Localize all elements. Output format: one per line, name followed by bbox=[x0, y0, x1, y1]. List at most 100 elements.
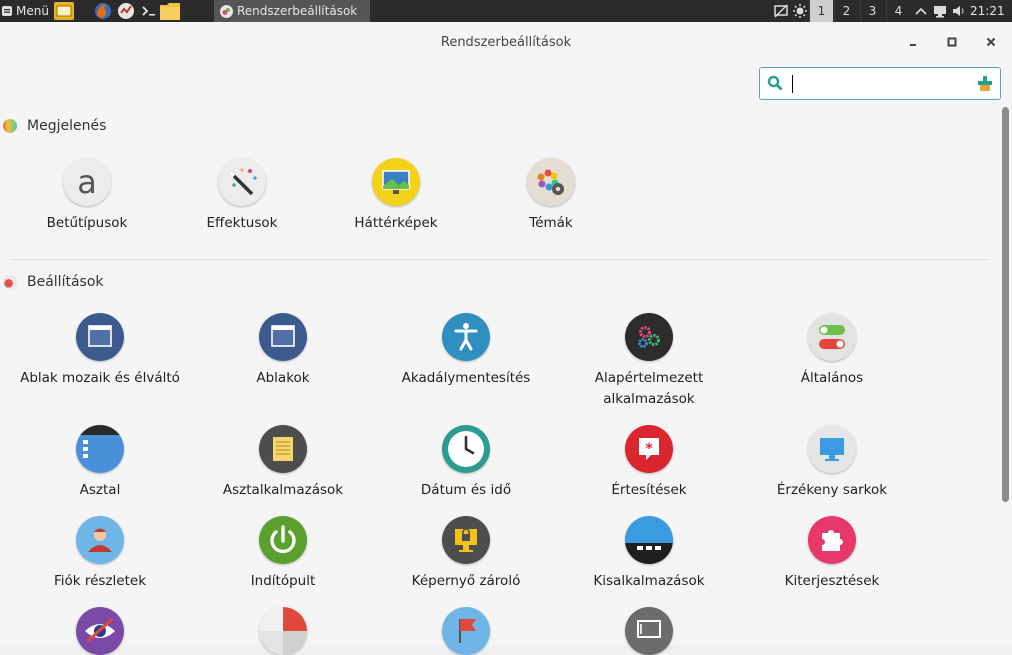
top-panel: Menü Rendszerbeállítások 1 2 3 4 21:21 bbox=[0, 0, 1012, 22]
workspace-4[interactable]: 4 bbox=[886, 0, 910, 22]
item-screen[interactable] bbox=[559, 607, 739, 655]
notifications-icon: * bbox=[625, 425, 673, 473]
launcher-files[interactable] bbox=[160, 1, 180, 21]
maximize-button[interactable] bbox=[945, 35, 959, 49]
launcher-firefox[interactable] bbox=[93, 1, 113, 21]
item-extensions[interactable]: Kiterjesztések bbox=[742, 516, 922, 592]
item-label: Ablak mozaik és élváltó bbox=[20, 370, 180, 386]
section-header-settings: Beállítások bbox=[3, 274, 104, 290]
item-default-apps[interactable]: Alapértelmezett alkalmazások bbox=[559, 313, 739, 410]
power-startup-icon bbox=[259, 516, 307, 564]
item-privacy[interactable] bbox=[10, 607, 190, 655]
svg-text:a: a bbox=[77, 163, 97, 201]
item-window-tiling[interactable]: Ablak mozaik és élváltó bbox=[10, 313, 190, 389]
item-label: Betűtípusok bbox=[46, 215, 128, 231]
desklets-icon bbox=[259, 425, 307, 473]
item-fonts[interactable]: a Betűtípusok bbox=[0, 158, 177, 234]
font-icon: a bbox=[63, 158, 111, 206]
item-label: Fiók részletek bbox=[53, 573, 147, 589]
tray-volume[interactable] bbox=[951, 3, 967, 19]
item-flag[interactable] bbox=[376, 607, 556, 655]
windows-icon bbox=[259, 313, 307, 361]
scrollbar-thumb[interactable] bbox=[1002, 107, 1009, 502]
maximize-icon bbox=[947, 37, 957, 47]
item-label: Általános bbox=[800, 370, 864, 386]
accessibility-icon bbox=[442, 313, 490, 361]
search-field[interactable] bbox=[759, 67, 1001, 100]
item-date-time[interactable]: Dátum és idő bbox=[376, 425, 556, 501]
clear-search-icon[interactable] bbox=[978, 76, 992, 91]
item-chart[interactable] bbox=[193, 607, 373, 655]
launcher-terminal[interactable] bbox=[139, 1, 159, 21]
workspace-2[interactable]: 2 bbox=[834, 0, 858, 22]
launcher-screenshot[interactable] bbox=[54, 1, 74, 21]
taskbar-window-button[interactable]: Rendszerbeállítások bbox=[214, 0, 370, 22]
effects-wand-icon bbox=[218, 158, 266, 206]
item-screensaver[interactable]: Képernyő zároló bbox=[376, 516, 556, 592]
folder-icon bbox=[160, 3, 180, 20]
item-effects[interactable]: Effektusok bbox=[152, 158, 332, 234]
default-apps-icon bbox=[625, 313, 673, 361]
item-startup[interactable]: Indítópult bbox=[193, 516, 373, 592]
menu-button[interactable]: Menü bbox=[0, 0, 49, 22]
menu-label: Menü bbox=[16, 4, 49, 18]
tray-screenshot[interactable] bbox=[773, 3, 789, 19]
item-label: Asztalkalmazások bbox=[222, 482, 344, 498]
window-title: Rendszerbeállítások bbox=[440, 35, 572, 50]
item-label: Értesítések bbox=[611, 482, 687, 498]
brightness-icon bbox=[793, 4, 807, 18]
chevron-up-icon bbox=[915, 7, 927, 15]
section-header-appearance: Megjelenés bbox=[3, 118, 106, 134]
launcher-monitor[interactable] bbox=[116, 1, 136, 21]
item-windows[interactable]: Ablakok bbox=[193, 313, 373, 389]
item-backgrounds[interactable]: Háttérképek bbox=[306, 158, 486, 234]
item-label: Kisalkalmazások bbox=[593, 573, 705, 589]
item-desktop[interactable]: Asztal bbox=[10, 425, 190, 501]
item-general[interactable]: Általános bbox=[742, 313, 922, 389]
item-label: Alapértelmezett alkalmazások bbox=[594, 370, 704, 407]
item-label: Indítópult bbox=[250, 573, 316, 589]
workspace-3[interactable]: 3 bbox=[860, 0, 884, 22]
clock[interactable]: 21:21 bbox=[970, 0, 1005, 22]
item-themes[interactable]: Témák bbox=[461, 158, 641, 234]
title-bar[interactable]: Rendszerbeállítások bbox=[0, 22, 1012, 64]
settings-section-icon bbox=[3, 275, 17, 289]
workspace-label: 4 bbox=[894, 4, 903, 18]
item-accessibility[interactable]: Akadálymentesítés bbox=[376, 313, 556, 389]
item-notifications[interactable]: * Értesítések bbox=[559, 425, 739, 501]
workspace-1[interactable]: 1 bbox=[809, 0, 833, 22]
search-input[interactable] bbox=[790, 73, 970, 95]
item-desklets[interactable]: Asztalkalmazások bbox=[193, 425, 373, 501]
appearance-section-icon bbox=[3, 119, 17, 133]
text-caret bbox=[792, 75, 793, 93]
screen-icon bbox=[625, 607, 673, 655]
vertical-scrollbar[interactable] bbox=[1000, 104, 1011, 645]
desktop-icon bbox=[76, 425, 124, 473]
item-account[interactable]: Fiók részletek bbox=[10, 516, 190, 592]
pie-chart-icon bbox=[259, 607, 307, 655]
minimize-button[interactable] bbox=[906, 35, 920, 49]
privacy-eye-icon bbox=[76, 607, 124, 655]
section-title: Beállítások bbox=[27, 274, 104, 290]
item-label: Asztal bbox=[79, 482, 121, 498]
system-monitor-icon bbox=[118, 3, 134, 19]
taskbar-window-label: Rendszerbeállítások bbox=[237, 4, 358, 18]
item-label: Effektusok bbox=[206, 215, 278, 231]
hot-corners-icon bbox=[808, 425, 856, 473]
item-applets[interactable]: Kisalkalmazások bbox=[559, 516, 739, 592]
tray-expand[interactable] bbox=[913, 3, 929, 19]
workspace-label: 1 bbox=[817, 4, 826, 18]
tray-network[interactable] bbox=[932, 3, 948, 19]
extensions-puzzle-icon bbox=[808, 516, 856, 564]
window-tiling-icon bbox=[76, 313, 124, 361]
volume-icon bbox=[953, 6, 964, 16]
clock-icon bbox=[442, 425, 490, 473]
item-label: Dátum és idő bbox=[420, 482, 512, 498]
menu-icon bbox=[2, 6, 12, 16]
item-label: Témák bbox=[529, 215, 573, 231]
no-display-icon bbox=[774, 4, 788, 18]
close-button[interactable] bbox=[984, 35, 998, 49]
flag-icon bbox=[442, 607, 490, 655]
tray-brightness[interactable] bbox=[792, 3, 808, 19]
item-hot-corners[interactable]: Érzékeny sarkok bbox=[742, 425, 922, 501]
